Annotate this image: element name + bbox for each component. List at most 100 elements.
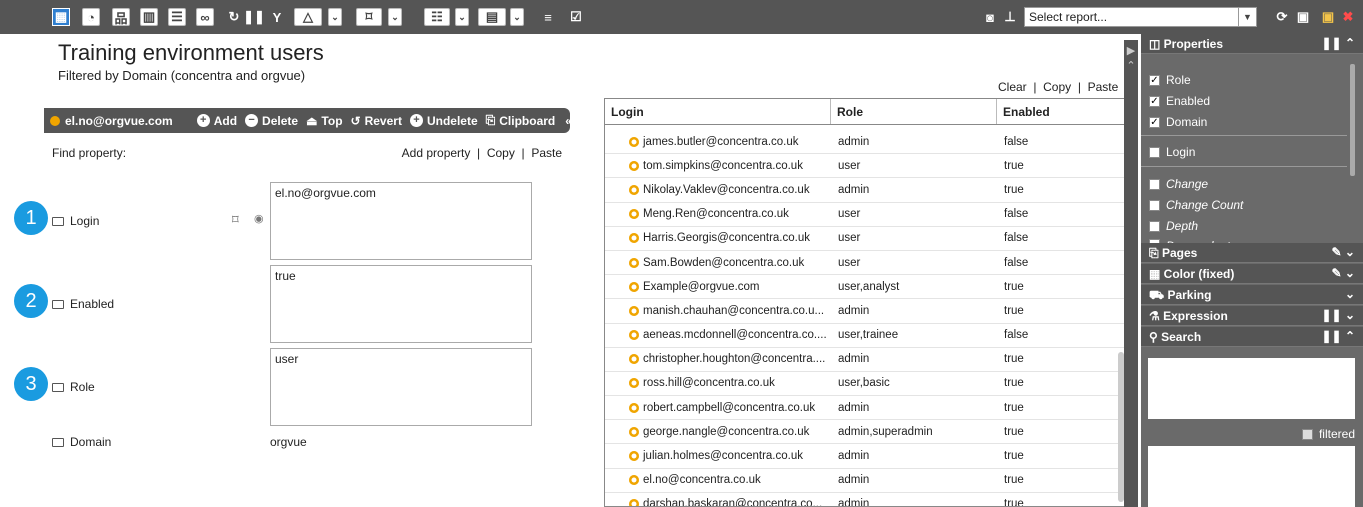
menu-icon[interactable]: ≡ (540, 8, 556, 26)
step-bubble-1: 1 (14, 201, 48, 235)
camera-icon[interactable]: ◙ (980, 8, 1000, 26)
paste-link[interactable]: Paste (1088, 80, 1119, 94)
chevron-down-icon[interactable]: ⌄ (510, 8, 524, 26)
table-row[interactable]: Sam.Bowden@concentra.co.uk user false (605, 251, 1126, 276)
settings-icon[interactable]: ◉ (254, 212, 264, 225)
refresh-icon[interactable]: ↻ (226, 8, 242, 26)
list-icon[interactable]: ☰ (168, 8, 186, 26)
cell-role: admin,superadmin (838, 425, 933, 438)
login-text: Meng.Ren@concentra.co.uk (643, 208, 789, 221)
chevron-down-icon[interactable]: ⌄ (455, 8, 469, 26)
copy-link[interactable]: Copy (487, 146, 515, 160)
property-option-change[interactable]: Change (1149, 177, 1208, 191)
expression-header[interactable]: ⚗ Expression ❚❚ ⌄ (1141, 306, 1363, 326)
expand-right-icon[interactable]: ▶ (1124, 44, 1138, 57)
table-row[interactable]: el.no@concentra.co.uk admin true (605, 469, 1126, 493)
properties-header[interactable]: ◫ Properties ❚❚ ⌃ (1141, 34, 1363, 54)
property-option-change-count[interactable]: Change Count (1149, 198, 1243, 212)
search-header[interactable]: ⚲ Search ❚❚ ⌃ (1141, 327, 1363, 347)
copy-link[interactable]: Copy (1043, 80, 1071, 94)
clear-link[interactable]: Clear (998, 80, 1027, 94)
table-row[interactable]: darshan.baskaran@concentra.co... admin tru… (605, 493, 1126, 507)
chevron-down-icon[interactable]: ⌄ (388, 8, 402, 26)
table-row[interactable]: Harris.Georgis@concentra.co.uk user false (605, 227, 1126, 251)
check-icon[interactable]: ☑ (568, 8, 584, 26)
table-row[interactable]: Meng.Ren@concentra.co.uk user false (605, 203, 1126, 227)
top-button[interactable]: ⏏ Top (306, 114, 342, 128)
bookmark-icon[interactable]: ⌑ (356, 8, 382, 26)
table-row[interactable]: julian.holmes@concentra.co.uk admin true (605, 444, 1126, 469)
hierarchy-icon[interactable]: 品 (112, 8, 130, 26)
column-login[interactable]: Login (605, 99, 831, 124)
node-icon (629, 184, 639, 195)
pages-header[interactable]: ⎘ Pages ✎ ⌄ (1141, 243, 1363, 263)
property-option-depth[interactable]: Depth (1149, 219, 1198, 233)
sync-icon[interactable]: ⟳ (1272, 8, 1292, 26)
undelete-button[interactable]: + Undelete (409, 114, 478, 128)
login-text: darshan.baskaran@concentra.co... (643, 498, 823, 507)
expression-title: Expression (1163, 309, 1228, 323)
bookmark-icon[interactable]: ⌑ (232, 212, 239, 228)
domain-value: orgvue (270, 435, 307, 449)
cell-enabled: true (1004, 304, 1024, 317)
pin-icon[interactable]: ⊥ (1003, 8, 1017, 26)
chevron-down-icon[interactable]: ⌄ (328, 8, 342, 26)
find-property-row: Find property: Add property | Copy | Pas… (52, 146, 562, 160)
indent-icon[interactable]: ☷ (424, 8, 450, 26)
filter-icon[interactable]: Y (268, 8, 286, 26)
report-select[interactable]: Select report... ▼ (1024, 7, 1257, 27)
column-role[interactable]: Role (831, 99, 997, 124)
save-icon[interactable]: ▣ (1319, 8, 1337, 26)
pause-icon[interactable]: ❚❚ ⌄ (1322, 308, 1356, 322)
parking-header[interactable]: ⛟ Parking ⌄ (1141, 285, 1363, 305)
table-row[interactable]: george.nangle@concentra.co.uk admin,super… (605, 420, 1126, 445)
add-button[interactable]: + Add (196, 114, 237, 128)
node-icon (629, 402, 639, 413)
collapse-up-icon[interactable]: ⌃ (1124, 59, 1138, 72)
collapse-icon[interactable]: « (565, 114, 572, 128)
table-row[interactable]: aeneas.mcdonnell@concentra.co.... user,tr… (605, 324, 1126, 348)
filtered-toggle[interactable]: filtered (1301, 427, 1355, 441)
pause-icon[interactable]: ❚❚ ⌃ (1322, 36, 1356, 50)
link-icon[interactable]: ∞ (196, 8, 214, 26)
edit-icon[interactable]: ✎ ⌄ (1332, 266, 1355, 280)
table-row[interactable]: manish.chauhan@concentra.co.u... admin tru… (605, 299, 1126, 324)
role-field[interactable]: user (270, 348, 532, 426)
triangle-icon[interactable]: △ (294, 8, 322, 26)
properties-title: Properties (1163, 37, 1224, 51)
search-input[interactable] (1148, 358, 1355, 419)
add-property-link[interactable]: Add property (402, 146, 471, 160)
clipboard-button[interactable]: ⎘ Clipboard (486, 113, 556, 128)
table-icon[interactable]: ▦ (52, 8, 70, 26)
revert-button[interactable]: ↺ Revert (351, 114, 402, 128)
table-row[interactable]: james.butler@concentra.co.uk admin false (605, 130, 1126, 155)
table-row[interactable]: Example@orgvue.com user,analyst true (605, 275, 1126, 300)
delete-button[interactable]: − Delete (245, 114, 298, 128)
property-option-login[interactable]: Login (1149, 145, 1195, 159)
table-row[interactable]: ross.hill@concentra.co.uk user,basic true (605, 372, 1126, 397)
table-row[interactable]: Nikolay.Vaklev@concentra.co.uk admin true (605, 178, 1126, 203)
table-row[interactable]: christopher.houghton@concentra.... admin t… (605, 348, 1126, 372)
bar-chart-icon[interactable]: ▥ (140, 8, 158, 26)
properties-scrollbar[interactable] (1350, 64, 1355, 176)
login-field[interactable]: el.no@orgvue.com (270, 182, 532, 260)
pause-icon[interactable]: ❚❚ (243, 8, 265, 26)
chart-icon[interactable]: ◔ (82, 8, 100, 26)
enabled-field[interactable]: true (270, 265, 532, 343)
property-option-domain[interactable]: ✓ Domain (1149, 115, 1207, 129)
chevron-down-icon[interactable]: ⌄ (1345, 287, 1355, 301)
node-icon (629, 354, 639, 365)
folder-icon (52, 216, 64, 226)
edit-icon[interactable]: ✎ ⌄ (1332, 245, 1355, 259)
color-header[interactable]: ▦ Color (fixed) ✎ ⌄ (1141, 264, 1363, 284)
close-icon[interactable]: ✖ (1340, 8, 1356, 26)
grid-icon[interactable]: ▤ (478, 8, 506, 26)
save-as-icon[interactable]: ▣ (1294, 8, 1312, 26)
property-option-role[interactable]: ✓ Role (1149, 73, 1191, 87)
column-enabled[interactable]: Enabled (997, 99, 1113, 124)
table-row[interactable]: tom.simpkins@concentra.co.uk user true (605, 154, 1126, 179)
pause-icon[interactable]: ❚❚ ⌃ (1322, 329, 1356, 343)
property-option-enabled[interactable]: ✓ Enabled (1149, 94, 1210, 108)
table-row[interactable]: robert.campbell@concentra.co.uk admin true (605, 396, 1126, 421)
paste-link[interactable]: Paste (531, 146, 562, 160)
